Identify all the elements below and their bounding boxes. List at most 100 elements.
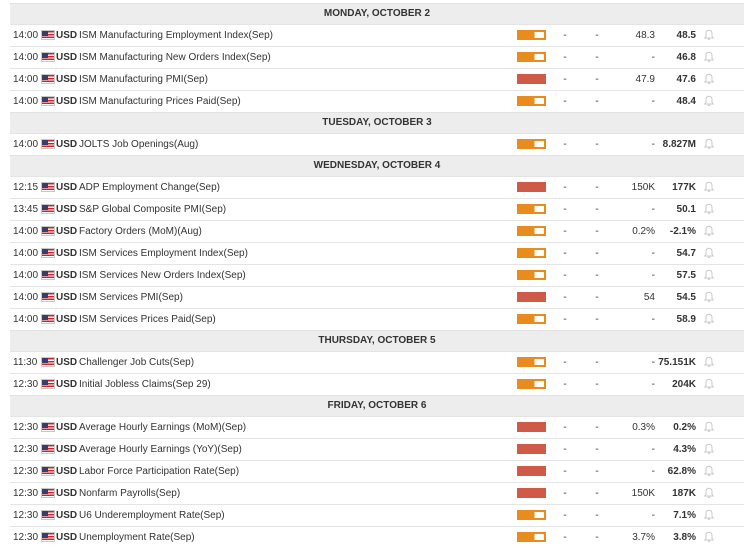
event-row[interactable]: 14:00 USD JOLTS Job Openings(Aug) - - -8.827M <box>10 133 744 155</box>
event-time: 14:00 <box>13 292 39 303</box>
event-name[interactable]: ISM Services PMI(Sep) <box>79 287 183 308</box>
event-name[interactable]: Nonfarm Payrolls(Sep) <box>79 483 180 504</box>
bell-icon[interactable] <box>703 51 715 63</box>
event-row[interactable]: 14:00 USD ISM Manufacturing PMI(Sep) - - 47.9… <box>10 68 744 90</box>
event-time: 12:30 <box>13 444 39 455</box>
bell-icon[interactable] <box>703 29 715 41</box>
us-flag-icon <box>41 139 55 149</box>
event-name[interactable]: ISM Services Employment Index(Sep) <box>79 243 248 264</box>
bell-icon[interactable] <box>703 465 715 477</box>
bell-icon[interactable] <box>703 509 715 521</box>
event-deviation: - <box>595 270 599 281</box>
bell-icon[interactable] <box>703 247 715 259</box>
event-name[interactable]: Unemployment Rate(Sep) <box>79 527 195 548</box>
event-row[interactable]: 12:30 USD Unemployment Rate(Sep) - - 3.7% 3.8% <box>10 526 744 548</box>
event-actual: - <box>563 466 567 477</box>
event-actual: - <box>563 248 567 259</box>
event-name[interactable]: JOLTS Job Openings(Aug) <box>79 134 198 155</box>
event-actual: - <box>563 488 567 499</box>
event-consensus: - <box>651 52 655 63</box>
event-name[interactable]: Challenger Job Cuts(Sep) <box>79 352 194 373</box>
event-name[interactable]: ISM Manufacturing Prices Paid(Sep) <box>79 91 241 112</box>
bell-icon[interactable] <box>703 95 715 107</box>
bell-icon[interactable] <box>703 138 715 150</box>
event-currency: USD <box>56 182 78 193</box>
event-consensus: 0.2% <box>632 226 655 237</box>
event-currency: USD <box>56 532 78 543</box>
impact-medium-icon <box>517 52 546 62</box>
event-name[interactable]: S&P Global Composite PMI(Sep) <box>79 199 226 220</box>
bell-icon[interactable] <box>703 181 715 193</box>
bell-icon[interactable] <box>703 421 715 433</box>
event-name[interactable]: Average Hourly Earnings (YoY)(Sep) <box>79 439 242 460</box>
event-actual: - <box>563 74 567 85</box>
event-row[interactable]: 12:30 USD Labor Force Participation Rate(S… <box>10 460 744 482</box>
event-row[interactable]: 12:30 USD Average Hourly Earnings (YoY)(Se… <box>10 438 744 460</box>
event-previous: 57.5 <box>676 270 696 281</box>
event-row[interactable]: 14:00 USD ISM Services New Orders Index(Se… <box>10 264 744 286</box>
bell-icon[interactable] <box>703 443 715 455</box>
event-name[interactable]: ISM Manufacturing Employment Index(Sep) <box>79 25 273 46</box>
event-row[interactable]: 12:30 USD U6 Underemployment Rate(Sep) - - - 7… <box>10 504 744 526</box>
event-deviation: - <box>595 314 599 325</box>
event-name[interactable]: ADP Employment Change(Sep) <box>79 177 220 198</box>
event-name[interactable]: Labor Force Participation Rate(Sep) <box>79 461 239 482</box>
event-previous: 54.5 <box>676 292 696 303</box>
event-actual: - <box>563 139 567 150</box>
bell-icon[interactable] <box>703 73 715 85</box>
event-name[interactable]: ISM Manufacturing New Orders Index(Sep) <box>79 47 271 68</box>
event-previous: 54.7 <box>676 248 696 259</box>
bell-icon[interactable] <box>703 356 715 368</box>
event-actual: - <box>563 96 567 107</box>
event-row[interactable]: 14:00 USD ISM Manufacturing Employment Ind… <box>10 24 744 46</box>
event-previous: 7.1% <box>673 510 696 521</box>
event-row[interactable]: 14:00 USD ISM Services PMI(Sep) - - 54 54.5 <box>10 286 744 308</box>
event-row[interactable]: 12:15 USD ADP Employment Change(Sep) - - 150K… <box>10 176 744 198</box>
event-row[interactable]: 12:30 USD Nonfarm Payrolls(Sep) - - 150K 187K <box>10 482 744 504</box>
bell-icon[interactable] <box>703 291 715 303</box>
event-row[interactable]: 12:30 USD Average Hourly Earnings (MoM)(Se… <box>10 416 744 438</box>
event-consensus: - <box>651 510 655 521</box>
event-previous: 177K <box>672 182 696 193</box>
event-name[interactable]: ISM Manufacturing PMI(Sep) <box>79 69 208 90</box>
event-deviation: - <box>595 379 599 390</box>
event-row[interactable]: 11:30 USD Challenger Job Cuts(Sep) - - -75.15… <box>10 351 744 373</box>
event-row[interactable]: 14:00 USD Factory Orders (MoM)(Aug) - - 0.2% -… <box>10 220 744 242</box>
event-row[interactable]: 13:45 USD S&P Global Composite PMI(Sep) - - -… <box>10 198 744 220</box>
event-time: 11:30 <box>13 357 38 368</box>
event-time: 14:00 <box>13 248 39 259</box>
impact-medium-icon <box>517 226 546 236</box>
event-previous: 187K <box>672 488 696 499</box>
event-time: 14:00 <box>13 314 39 325</box>
bell-icon[interactable] <box>703 313 715 325</box>
event-name[interactable]: ISM Services Prices Paid(Sep) <box>79 309 216 330</box>
event-row[interactable]: 14:00 USD ISM Manufacturing Prices Paid(Se… <box>10 90 744 112</box>
event-name[interactable]: Average Hourly Earnings (MoM)(Sep) <box>79 417 246 438</box>
event-deviation: - <box>595 466 599 477</box>
event-name[interactable]: Initial Jobless Claims(Sep 29) <box>79 374 211 395</box>
event-name[interactable]: Factory Orders (MoM)(Aug) <box>79 221 202 242</box>
impact-medium-icon <box>517 204 546 214</box>
bell-icon[interactable] <box>703 531 715 543</box>
day-header: THURSDAY, OCTOBER 5 <box>10 330 744 351</box>
bell-icon[interactable] <box>703 225 715 237</box>
bell-icon[interactable] <box>703 487 715 499</box>
event-name[interactable]: ISM Services New Orders Index(Sep) <box>79 265 246 286</box>
event-currency: USD <box>56 510 78 521</box>
event-row[interactable]: 14:00 USD ISM Manufacturing New Orders Ind… <box>10 46 744 68</box>
impact-high-icon <box>517 292 546 302</box>
bell-icon[interactable] <box>703 203 715 215</box>
event-row[interactable]: 12:30 USD Initial Jobless Claims(Sep 29) - -… <box>10 373 744 395</box>
economic-calendar: MONDAY, OCTOBER 2 14:00 USD ISM Manufacturi… <box>10 3 744 548</box>
event-row[interactable]: 14:00 USD ISM Services Employment Index(Se… <box>10 242 744 264</box>
bell-icon[interactable] <box>703 269 715 281</box>
bell-icon[interactable] <box>703 378 715 390</box>
event-row[interactable]: 14:00 USD ISM Services Prices Paid(Sep) - - -… <box>10 308 744 330</box>
event-currency: USD <box>56 226 78 237</box>
event-actual: - <box>563 510 567 521</box>
event-consensus: 150K <box>631 182 655 193</box>
event-name[interactable]: U6 Underemployment Rate(Sep) <box>79 505 225 526</box>
us-flag-icon <box>41 30 55 40</box>
impact-medium-icon <box>517 96 546 106</box>
us-flag-icon <box>41 314 55 324</box>
